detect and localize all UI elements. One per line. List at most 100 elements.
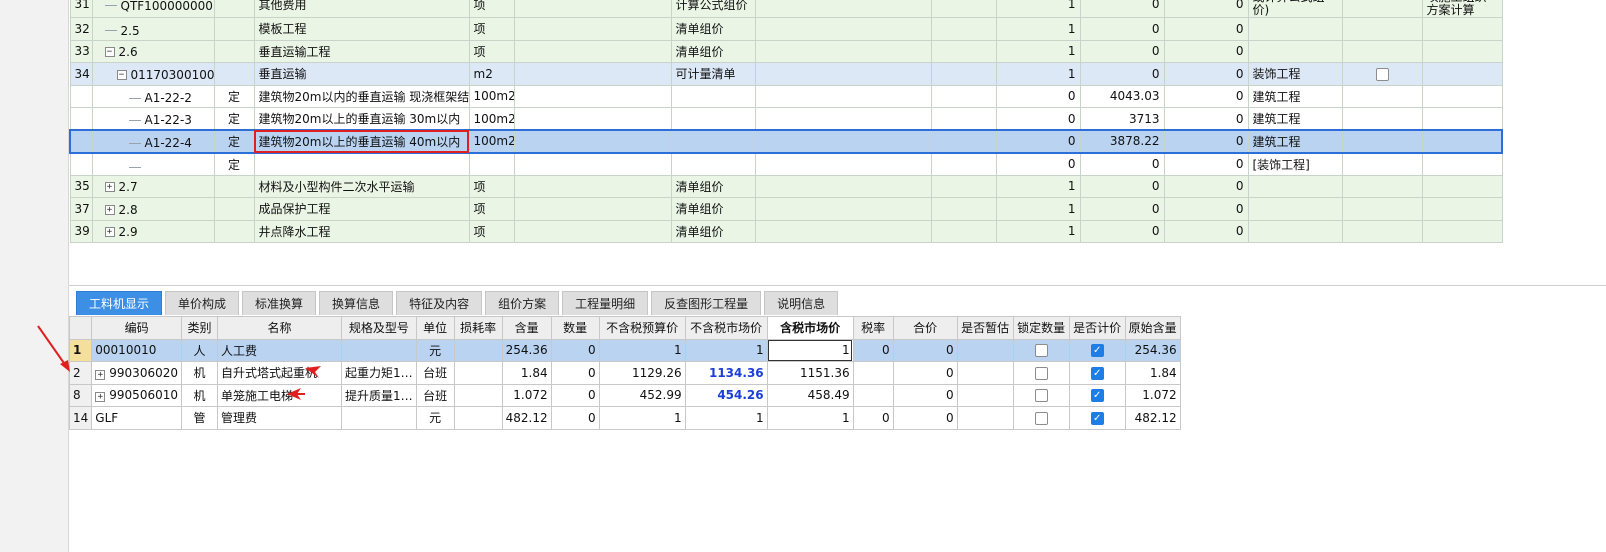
resource-name[interactable]: 自升式塔式起重机 [217, 361, 342, 385]
item-col-a[interactable] [754, 0, 932, 18]
item-col-b[interactable] [930, 174, 997, 198]
tab-4[interactable]: 特征及内容 [396, 291, 483, 315]
item-total[interactable]: 0 [1163, 152, 1249, 176]
resource-quantity[interactable]: 0 [550, 406, 600, 430]
column-header[interactable]: 类别 [181, 316, 218, 340]
resource-amount[interactable]: 0 [892, 406, 958, 430]
item-name[interactable]: 模板工程 [253, 17, 470, 41]
item-major[interactable]: [装饰工程] [1247, 152, 1343, 176]
item-name[interactable]: 建筑物20m以上的垂直运输 30m以内 [253, 107, 470, 131]
item-spec[interactable] [513, 0, 672, 18]
resource-content[interactable]: 1.072 [501, 383, 552, 407]
item-kind[interactable]: 定 [213, 107, 255, 131]
tab-7[interactable]: 反查图形工程量 [651, 291, 762, 315]
resource-content[interactable]: 254.36 [501, 338, 552, 362]
resource-taxed-price[interactable]: 1 [766, 406, 854, 430]
column-header[interactable]: 编码 [91, 316, 182, 340]
priced-checkbox[interactable]: ✓ [1090, 344, 1104, 358]
lock-qty-checkbox[interactable] [1034, 344, 1048, 358]
resource-name[interactable]: 单笼施工电梯 [217, 383, 342, 407]
resource-spec[interactable] [341, 338, 417, 362]
resource-spec[interactable]: 提升质量1… [341, 383, 417, 407]
resource-code-cell[interactable]: 00010010 [91, 338, 182, 362]
lock-qty-cell[interactable] [1012, 383, 1070, 407]
item-unit[interactable]: m2 [468, 62, 515, 86]
resource-name[interactable]: 管理费 [217, 406, 342, 430]
item-kind[interactable] [213, 197, 255, 221]
item-kind[interactable]: 定 [213, 152, 255, 176]
item-quantity[interactable]: 1 [995, 39, 1081, 63]
resource-row[interactable]: 2 +990306020 机自升式塔式起重机 起重力矩1… 台班 1.84 0 1129.26… [68, 361, 1181, 385]
priced-cell[interactable]: ✓ [1068, 361, 1126, 385]
item-unit[interactable] [468, 152, 515, 176]
resource-quantity[interactable]: 0 [550, 383, 600, 407]
resource-budget-price[interactable]: 1 [598, 338, 686, 362]
item-col-a[interactable] [754, 84, 932, 108]
item-code-cell[interactable]: −011703001001 [91, 62, 215, 86]
resource-code-cell[interactable]: +990506010 [91, 383, 182, 407]
item-col-a[interactable] [754, 17, 932, 41]
item-total[interactable]: 0 [1163, 62, 1249, 86]
item-col-b[interactable] [930, 39, 997, 63]
item-note[interactable] [1421, 197, 1503, 221]
column-header[interactable]: 原始含量 [1124, 316, 1181, 340]
resource-estimate[interactable] [956, 361, 1014, 385]
item-quantity[interactable]: 1 [995, 174, 1081, 198]
column-header[interactable]: 单位 [415, 316, 455, 340]
resource-amount[interactable]: 0 [892, 338, 958, 362]
resource-market-price[interactable]: 454.26 [684, 383, 768, 407]
resource-unit[interactable]: 台班 [415, 361, 455, 385]
item-spec[interactable] [513, 152, 672, 176]
item-quantity[interactable]: 1 [995, 219, 1081, 243]
item-code-cell[interactable]: +2.7 [91, 174, 215, 198]
item-kind[interactable] [213, 219, 255, 243]
item-unit-price[interactable]: 0 [1079, 17, 1165, 41]
item-flag[interactable] [1341, 39, 1423, 63]
item-spec[interactable] [513, 197, 672, 221]
resource-category[interactable]: 机 [181, 383, 218, 407]
item-method[interactable]: 可计量清单 [670, 62, 756, 86]
resource-original-content[interactable]: 254.36 [1124, 338, 1181, 362]
resource-content[interactable]: 1.84 [501, 361, 552, 385]
item-unit-price[interactable]: 0 [1079, 219, 1165, 243]
resource-row[interactable]: 1 00010010 人人工费元 254.36 0 1 1 1 0 0 ✓ 254.36 [68, 338, 1181, 362]
resource-spec[interactable] [341, 406, 417, 430]
item-spec[interactable] [513, 129, 672, 154]
item-major[interactable]: 或计算公式组价) [1247, 0, 1343, 18]
priced-cell[interactable]: ✓ [1068, 338, 1126, 362]
resource-taxed-price[interactable]: 458.49 [766, 383, 854, 407]
item-col-b[interactable] [930, 62, 997, 86]
item-method[interactable]: 清单组价 [670, 197, 756, 221]
item-spec[interactable] [513, 84, 672, 108]
item-col-a[interactable] [754, 152, 932, 176]
item-code-cell[interactable]: +2.9 [91, 219, 215, 243]
item-flag[interactable] [1341, 174, 1423, 198]
resource-quantity[interactable]: 0 [550, 361, 600, 385]
item-quantity[interactable]: 0 [995, 152, 1081, 176]
item-note[interactable] [1421, 62, 1503, 86]
resource-name[interactable]: 人工费 [217, 338, 342, 362]
item-major[interactable] [1247, 219, 1343, 243]
item-quantity[interactable]: 0 [995, 129, 1081, 154]
resource-amount[interactable]: 0 [892, 361, 958, 385]
column-header[interactable]: 税率 [852, 316, 894, 340]
column-header[interactable]: 规格及型号 [341, 316, 417, 340]
checkbox[interactable] [1375, 67, 1389, 81]
item-method[interactable]: 清单组价 [670, 17, 756, 41]
column-header[interactable]: 是否计价 [1068, 316, 1126, 340]
item-kind[interactable] [213, 39, 255, 63]
item-col-b[interactable] [930, 152, 997, 176]
resource-market-price[interactable]: 1 [684, 406, 768, 430]
item-major[interactable]: 建筑工程 [1247, 84, 1343, 108]
item-unit-price[interactable]: 0 [1079, 0, 1165, 18]
resource-loss-rate[interactable] [453, 406, 503, 430]
item-note[interactable] [1421, 107, 1503, 131]
item-flag[interactable] [1341, 62, 1423, 86]
item-note[interactable] [1421, 219, 1503, 243]
lock-qty-cell[interactable] [1012, 406, 1070, 430]
item-quantity[interactable]: 1 [995, 0, 1081, 18]
priced-checkbox[interactable]: ✓ [1090, 366, 1104, 380]
resource-original-content[interactable]: 1.84 [1124, 361, 1181, 385]
item-major[interactable] [1247, 197, 1343, 221]
item-unit-price[interactable]: 0 [1079, 197, 1165, 221]
